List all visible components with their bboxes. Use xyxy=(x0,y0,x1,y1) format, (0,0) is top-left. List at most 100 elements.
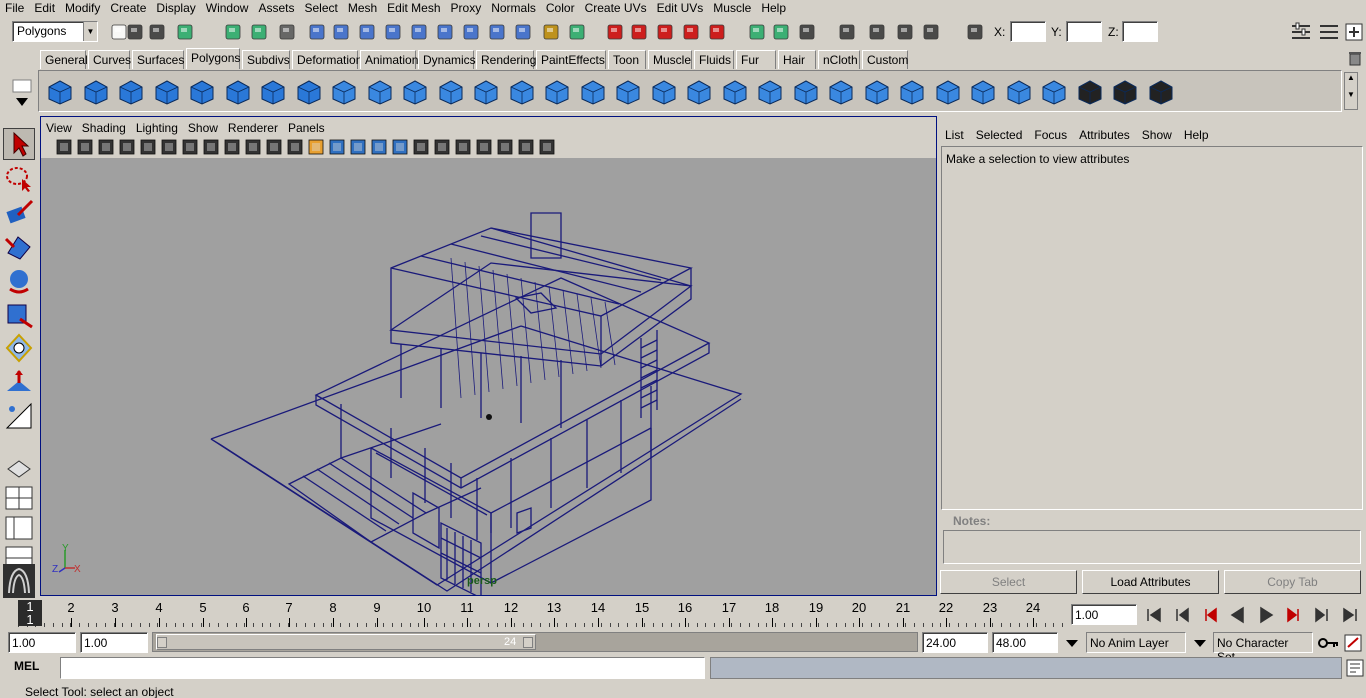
extrude-icon[interactable] xyxy=(578,77,608,107)
menu-set-dropdown[interactable]: Polygons ▼ xyxy=(12,21,98,42)
uv-editor-icon[interactable] xyxy=(1075,77,1105,107)
history-icon[interactable] xyxy=(566,21,588,43)
go-to-start-button[interactable] xyxy=(1142,604,1166,626)
menu-modify[interactable]: Modify xyxy=(60,0,105,16)
shelf-tab-deformation[interactable]: Deformation xyxy=(292,50,362,69)
viewport-menu-lighting[interactable]: Lighting xyxy=(131,119,183,137)
xray-icon[interactable] xyxy=(433,138,451,156)
command-language-toggle[interactable]: MEL xyxy=(14,659,39,673)
key-icon[interactable] xyxy=(1316,634,1340,652)
shelf-tab-fur[interactable]: Fur xyxy=(736,50,776,69)
menu-normals[interactable]: Normals xyxy=(486,0,541,16)
y-input[interactable] xyxy=(1066,21,1102,42)
shelf-tab-toon[interactable]: Toon xyxy=(608,50,646,69)
poly-torus-icon[interactable] xyxy=(223,77,253,107)
menu-muscle[interactable]: Muscle xyxy=(708,0,756,16)
planar-mapping-icon[interactable] xyxy=(933,77,963,107)
lock-icon[interactable] xyxy=(540,21,562,43)
menu-file[interactable]: File xyxy=(0,0,29,16)
rotate-tool[interactable] xyxy=(3,264,35,296)
shelf-tab-hair[interactable]: Hair xyxy=(778,50,816,69)
menu-help[interactable]: Help xyxy=(756,0,791,16)
show-manipulator-tool[interactable] xyxy=(3,400,35,432)
keep-faces-together-icon[interactable] xyxy=(897,77,927,107)
channel-box-toggle-icon[interactable] xyxy=(1290,22,1312,42)
range-handle-left-grip[interactable] xyxy=(157,637,167,648)
gate-mask-icon[interactable] xyxy=(223,138,241,156)
shelf-menu-button[interactable] xyxy=(10,76,34,112)
high-quality-icon[interactable] xyxy=(496,138,514,156)
scale-tool[interactable] xyxy=(3,298,35,330)
pick-mask-icon[interactable] xyxy=(434,21,456,43)
anim-layer-dropdown-icon[interactable] xyxy=(1062,634,1082,652)
four-pane-layout[interactable] xyxy=(3,484,35,512)
menu-window[interactable]: Window xyxy=(201,0,254,16)
poly-cone-icon[interactable] xyxy=(152,77,182,107)
snap-live-icon[interactable] xyxy=(408,21,430,43)
soft-modification-tool[interactable] xyxy=(3,366,35,398)
cylindrical-mapping-icon[interactable] xyxy=(968,77,998,107)
select-hierarchy-icon[interactable] xyxy=(174,21,196,43)
spherical-mapping-icon[interactable] xyxy=(1004,77,1034,107)
notes-field[interactable] xyxy=(943,530,1361,564)
range-handle-right-grip[interactable] xyxy=(523,637,533,648)
shelf-tab-rendering[interactable]: Rendering xyxy=(476,50,536,69)
current-frame-marker[interactable]: 1 1 xyxy=(18,600,42,626)
shelf-tab-painteffects[interactable]: PaintEffects xyxy=(536,50,606,69)
end-time-field[interactable]: 48.00 xyxy=(992,632,1058,653)
2d-pan-zoom-icon[interactable] xyxy=(139,138,157,156)
ae-menu-selected[interactable]: Selected xyxy=(970,128,1029,142)
bookmark-icon[interactable] xyxy=(97,138,115,156)
render-settings-icon[interactable] xyxy=(796,21,818,43)
camera-lock-icon[interactable] xyxy=(538,138,556,156)
go-to-end-button[interactable] xyxy=(1338,604,1362,626)
ae-menu-show[interactable]: Show xyxy=(1136,128,1178,142)
ae-menu-attributes[interactable]: Attributes xyxy=(1073,128,1136,142)
magnet-point-icon[interactable] xyxy=(654,21,676,43)
3d-viewport[interactable]: Y Z X persp xyxy=(41,158,936,600)
snap-grid-icon[interactable] xyxy=(306,21,328,43)
single-pane-layout[interactable] xyxy=(3,454,35,482)
viewport-menu-panels[interactable]: Panels xyxy=(283,119,330,137)
step-forward-frame-button[interactable] xyxy=(1282,604,1306,626)
ae-menu-help[interactable]: Help xyxy=(1178,128,1215,142)
average-vertices-icon[interactable] xyxy=(542,77,572,107)
shelf-tab-muscle[interactable]: Muscle xyxy=(648,50,692,69)
universal-manipulator-tool[interactable] xyxy=(3,332,35,364)
paint-select-tool[interactable] xyxy=(3,196,35,228)
shadows-icon[interactable] xyxy=(412,138,430,156)
menu-edit-mesh[interactable]: Edit Mesh xyxy=(382,0,445,16)
character-set-dropdown-icon[interactable] xyxy=(1190,634,1210,652)
camera-attributes-icon[interactable] xyxy=(76,138,94,156)
shelf-tab-dynamics[interactable]: Dynamics xyxy=(418,50,476,69)
menu-color[interactable]: Color xyxy=(541,0,580,16)
house-wireframe-model[interactable]: Y Z X persp xyxy=(41,158,936,600)
shelf-tab-custom[interactable]: Custom xyxy=(862,50,908,69)
move-tool[interactable] xyxy=(3,230,35,262)
insert-edge-loop-icon[interactable] xyxy=(720,77,750,107)
start-time-field[interactable]: 1.00 xyxy=(8,632,76,653)
automatic-mapping-icon[interactable] xyxy=(1039,77,1069,107)
viewport-menu-renderer[interactable]: Renderer xyxy=(223,119,283,137)
ae-select-button[interactable]: Select xyxy=(940,570,1077,594)
poly-sphere-icon[interactable] xyxy=(45,77,75,107)
select-by-object-icon[interactable] xyxy=(222,21,244,43)
isolate-select-icon[interactable] xyxy=(475,138,493,156)
clapboard-icon[interactable] xyxy=(866,21,888,43)
load-attributes-button[interactable]: Load Attributes xyxy=(1082,570,1219,594)
ipr-render-icon[interactable] xyxy=(894,21,916,43)
ipr-icon[interactable] xyxy=(770,21,792,43)
textured-icon[interactable] xyxy=(370,138,388,156)
safe-title-icon[interactable] xyxy=(286,138,304,156)
select-by-component-icon[interactable] xyxy=(248,21,270,43)
checker-uv-icon[interactable] xyxy=(1110,77,1140,107)
use-all-lights-icon[interactable] xyxy=(391,138,409,156)
separate-icon[interactable] xyxy=(365,77,395,107)
shelf-tab-curves[interactable]: Curves xyxy=(88,50,131,69)
boolean-union-icon[interactable] xyxy=(436,77,466,107)
shelf-tab-fluids[interactable]: Fluids xyxy=(694,50,734,69)
menu-edit-uvs[interactable]: Edit UVs xyxy=(652,0,709,16)
animation-preferences-icon[interactable] xyxy=(1344,634,1362,652)
hypershade-icon[interactable] xyxy=(836,21,858,43)
menu-display[interactable]: Display xyxy=(151,0,200,16)
